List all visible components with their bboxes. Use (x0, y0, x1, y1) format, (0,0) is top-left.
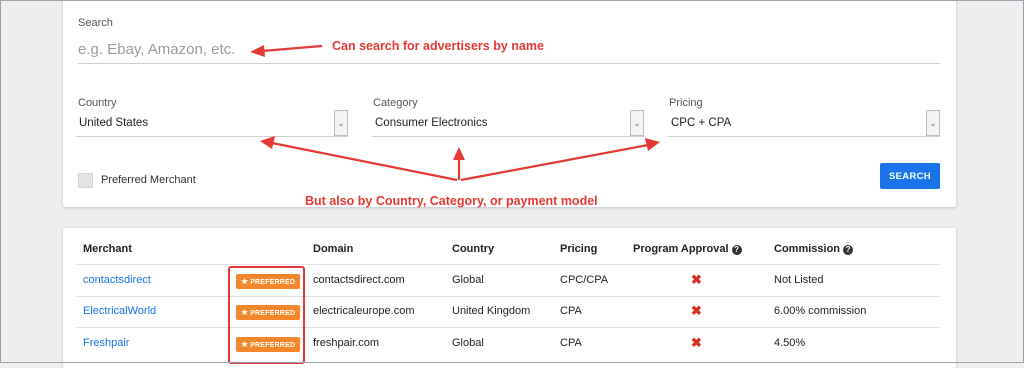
preferred-highlight-box (228, 266, 305, 364)
divider (76, 296, 940, 297)
category-select-value: Consumer Electronics (375, 117, 488, 129)
close-icon: ✖ (691, 335, 702, 350)
country-select[interactable]: United States ⌄ (76, 110, 348, 137)
category-select[interactable]: Consumer Electronics ⌄ (372, 110, 644, 137)
domain-cell: freshpair.com (313, 337, 380, 349)
pricing-select-value: CPC + CPA (671, 117, 732, 129)
pricing-cell: CPA (560, 305, 582, 317)
country-label: Country (78, 97, 117, 109)
category-label: Category (373, 97, 418, 109)
merchant-link[interactable]: contactsdirect (83, 274, 151, 286)
divider (76, 264, 940, 265)
commission-cell: 4.50% (774, 337, 806, 349)
commission-cell: 6.00% commission (774, 305, 867, 317)
divider (76, 327, 940, 328)
pricing-cell: CPC/CPA (560, 274, 609, 286)
help-icon[interactable]: ? (843, 245, 854, 255)
close-icon: ✖ (691, 303, 702, 318)
preferred-merchant-checkbox[interactable] (78, 173, 93, 188)
country-cell: Global (452, 274, 484, 286)
chevron-down-icon[interactable]: ⌄ (630, 110, 644, 136)
annotation-search-note: Can search for advertisers by name (332, 39, 544, 53)
preferred-merchant-label[interactable]: Preferred Merchant (101, 174, 196, 186)
annotation-filter-note: But also by Country, Category, or paymen… (305, 194, 598, 208)
col-header-merchant: Merchant (83, 243, 132, 255)
program-approval-label: Program Approval (633, 243, 729, 255)
pricing-label: Pricing (669, 97, 703, 109)
commission-cell: Not Listed (774, 274, 824, 286)
col-header-pricing: Pricing (560, 243, 598, 255)
pricing-select[interactable]: CPC + CPA ⌄ (668, 110, 940, 137)
country-cell: Global (452, 337, 484, 349)
col-header-domain: Domain (313, 243, 354, 255)
domain-cell: electricaleurope.com (313, 305, 415, 317)
search-label: Search (78, 17, 113, 29)
search-button[interactable]: SEARCH (880, 163, 940, 189)
commission-label: Commission (774, 243, 841, 255)
close-icon: ✖ (691, 272, 702, 287)
pricing-cell: CPA (560, 337, 582, 349)
country-select-value: United States (79, 117, 149, 129)
col-header-commission: Commission? (774, 243, 854, 255)
chevron-down-icon[interactable]: ⌄ (334, 110, 348, 136)
chevron-down-icon[interactable]: ⌄ (926, 110, 940, 136)
help-icon[interactable]: ? (731, 245, 742, 255)
col-header-program-approval: Program Approval? (633, 243, 742, 255)
country-cell: United Kingdom (452, 305, 531, 317)
col-header-country: Country (452, 243, 495, 255)
merchant-link[interactable]: ElectricalWorld (83, 305, 156, 317)
merchant-link[interactable]: Freshpair (83, 337, 129, 349)
search-filter-card (63, 0, 956, 207)
domain-cell: contactsdirect.com (313, 274, 405, 286)
